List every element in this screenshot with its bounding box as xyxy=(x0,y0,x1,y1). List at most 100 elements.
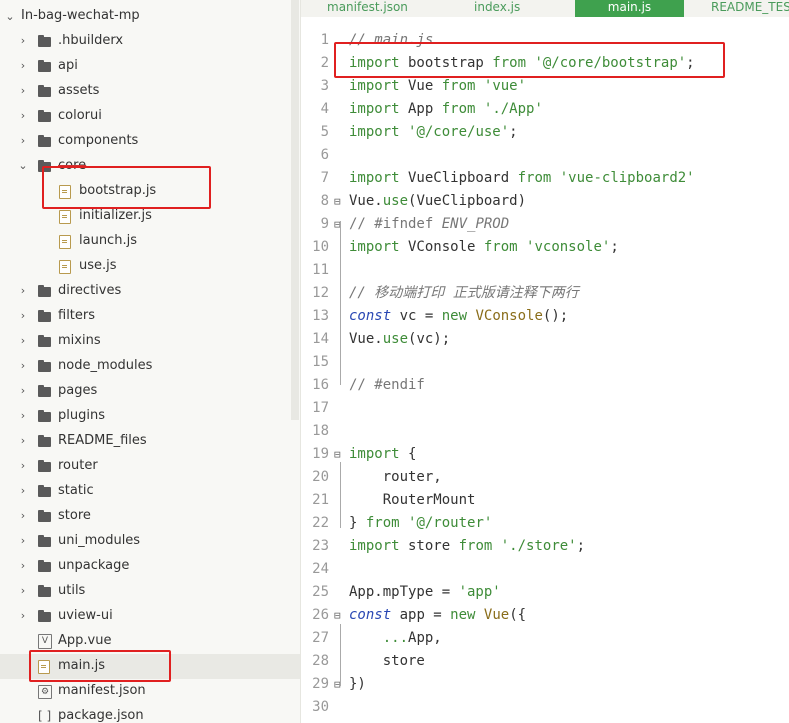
chevron-down-icon[interactable]: ⌄ xyxy=(18,159,28,172)
chevron-right-icon[interactable]: › xyxy=(18,34,28,47)
tree-item-components[interactable]: › components xyxy=(0,129,300,154)
code-line[interactable]: store xyxy=(349,650,425,673)
tab-readme[interactable]: README_TES xyxy=(711,0,789,17)
code-line[interactable]: import App from './App' xyxy=(349,98,543,121)
chevron-right-icon[interactable]: › xyxy=(18,134,28,147)
chevron-right-icon[interactable]: › xyxy=(18,284,28,297)
tree-item-assets[interactable]: › assets xyxy=(0,79,300,104)
chevron-right-icon[interactable]: › xyxy=(18,534,28,547)
tab-manifest-json[interactable]: manifest.json xyxy=(327,0,417,17)
code-line[interactable]: import '@/core/use'; xyxy=(349,121,518,144)
tree-item-label: unpackage xyxy=(58,558,130,573)
line-number: 13 xyxy=(312,308,329,324)
code-line[interactable]: import store from './store'; xyxy=(349,535,585,558)
code-line[interactable]: import { xyxy=(349,443,416,466)
folder-icon xyxy=(38,585,51,597)
code-line[interactable]: import Vue from 'vue' xyxy=(349,75,526,98)
code-line[interactable]: }) xyxy=(349,673,366,696)
code-line[interactable]: ...App, xyxy=(349,627,442,650)
tree-item-uview-ui[interactable]: › uview-ui xyxy=(0,604,300,629)
tree-item-main-js[interactable]: main.js xyxy=(0,654,300,679)
chevron-right-icon[interactable]: › xyxy=(18,334,28,347)
chevron-right-icon[interactable]: › xyxy=(18,509,28,522)
tree-item-use-js[interactable]: use.js xyxy=(0,254,300,279)
chevron-right-icon[interactable]: › xyxy=(18,384,28,397)
code-line[interactable]: } from '@/router' xyxy=(349,512,492,535)
code-line[interactable]: Vue.use(vc); xyxy=(349,328,450,351)
chevron-right-icon[interactable]: › xyxy=(18,459,28,472)
tree-item-launch-js[interactable]: launch.js xyxy=(0,229,300,254)
tree-item-directives[interactable]: › directives xyxy=(0,279,300,304)
tree-item-readme-files[interactable]: › README_files xyxy=(0,429,300,454)
chevron-down-icon[interactable]: ⌄ xyxy=(5,10,15,23)
tree-item-plugins[interactable]: › plugins xyxy=(0,404,300,429)
chevron-right-icon[interactable]: › xyxy=(18,584,28,597)
tree-item-colorui[interactable]: › colorui xyxy=(0,104,300,129)
code-line[interactable]: // 移动端打印 正式版请注释下两行 xyxy=(349,282,579,305)
js-file-icon xyxy=(59,185,71,199)
code-line[interactable]: // main.js xyxy=(349,29,433,52)
code-line[interactable]: Vue.use(VueClipboard) xyxy=(349,190,526,213)
code-line[interactable]: const app = new Vue({ xyxy=(349,604,526,627)
sidebar-scrollbar[interactable] xyxy=(291,0,299,420)
tree-item-app-vue[interactable]: V App.vue xyxy=(0,629,300,654)
chevron-right-icon[interactable]: › xyxy=(18,59,28,72)
code-line[interactable]: import bootstrap from '@/core/bootstrap'… xyxy=(349,52,695,75)
chevron-right-icon[interactable]: › xyxy=(18,609,28,622)
tree-item-label: core xyxy=(58,158,87,173)
code-line[interactable]: import VConsole from 'vconsole'; xyxy=(349,236,619,259)
code-line[interactable]: // #endif xyxy=(349,374,425,397)
tab-index-js[interactable]: index.js xyxy=(474,0,534,17)
chevron-right-icon[interactable]: › xyxy=(18,484,28,497)
code-editor[interactable]: 1 2 3 4 5 6 7 8 ⊟ 9 ⊟ 10 11 12 13 14 15 16 17 18 19 ⊟ 20 21 22 23… xyxy=(301,17,789,723)
chevron-right-icon[interactable]: › xyxy=(18,434,28,447)
tree-item-core[interactable]: ⌄ core xyxy=(0,154,300,179)
line-number: 5 xyxy=(320,124,329,140)
tree-item-manifest-json[interactable]: ⚙ manifest.json xyxy=(0,679,300,704)
project-explorer: ⌄ In-bag-wechat-mp › .hbuilderx › api › asset… xyxy=(0,0,301,723)
chevron-right-icon[interactable]: › xyxy=(18,409,28,422)
fold-toggle-icon[interactable]: ⊟ xyxy=(334,190,341,213)
folder-icon xyxy=(38,60,51,72)
tree-item-api[interactable]: › api xyxy=(0,54,300,79)
line-number: 23 xyxy=(312,538,329,554)
tab-main-js[interactable]: main.js xyxy=(575,0,684,17)
js-file-icon xyxy=(59,210,71,224)
tree-item-utils[interactable]: › utils xyxy=(0,579,300,604)
tree-item-static[interactable]: › static xyxy=(0,479,300,504)
tree-item-label: bootstrap.js xyxy=(79,183,157,198)
tree-item-label: colorui xyxy=(58,108,102,123)
folder-icon xyxy=(38,560,51,572)
tab-label: index.js xyxy=(474,0,521,14)
chevron-right-icon[interactable]: › xyxy=(18,309,28,322)
tree-item-unpackage[interactable]: › unpackage xyxy=(0,554,300,579)
tree-item-store[interactable]: › store xyxy=(0,504,300,529)
tree-item-label: App.vue xyxy=(58,633,112,648)
tree-item-uni-modules[interactable]: › uni_modules xyxy=(0,529,300,554)
code-line[interactable]: router, xyxy=(349,466,442,489)
chevron-right-icon[interactable]: › xyxy=(18,84,28,97)
tree-root[interactable]: ⌄ In-bag-wechat-mp xyxy=(0,4,300,29)
tree-item-label: directives xyxy=(58,283,122,298)
tree-item-initializer-js[interactable]: initializer.js xyxy=(0,204,300,229)
tree-item-router[interactable]: › router xyxy=(0,454,300,479)
tab-label: manifest.json xyxy=(327,0,408,14)
tree-item-filters[interactable]: › filters xyxy=(0,304,300,329)
tree-item-label: router xyxy=(58,458,98,473)
code-line[interactable]: import VueClipboard from 'vue-clipboard2… xyxy=(349,167,695,190)
chevron-right-icon[interactable]: › xyxy=(18,359,28,372)
tree-item-node-modules[interactable]: › node_modules xyxy=(0,354,300,379)
chevron-right-icon[interactable]: › xyxy=(18,559,28,572)
chevron-right-icon[interactable]: › xyxy=(18,109,28,122)
tree-item-pages[interactable]: › pages xyxy=(0,379,300,404)
code-line[interactable]: const vc = new VConsole(); xyxy=(349,305,568,328)
tree-item-package-json[interactable]: [ ] package.json xyxy=(0,704,300,723)
code-line[interactable]: // #ifndef ENV_PROD xyxy=(349,213,509,236)
tree-item-bootstrap-js[interactable]: bootstrap.js xyxy=(0,179,300,204)
code-line[interactable]: RouterMount xyxy=(349,489,476,512)
tree-item-mixins[interactable]: › mixins xyxy=(0,329,300,354)
code-line[interactable]: App.mpType = 'app' xyxy=(349,581,501,604)
folder-icon xyxy=(38,310,51,322)
folder-icon xyxy=(38,485,51,497)
tree-item-hbuilderx[interactable]: › .hbuilderx xyxy=(0,29,300,54)
